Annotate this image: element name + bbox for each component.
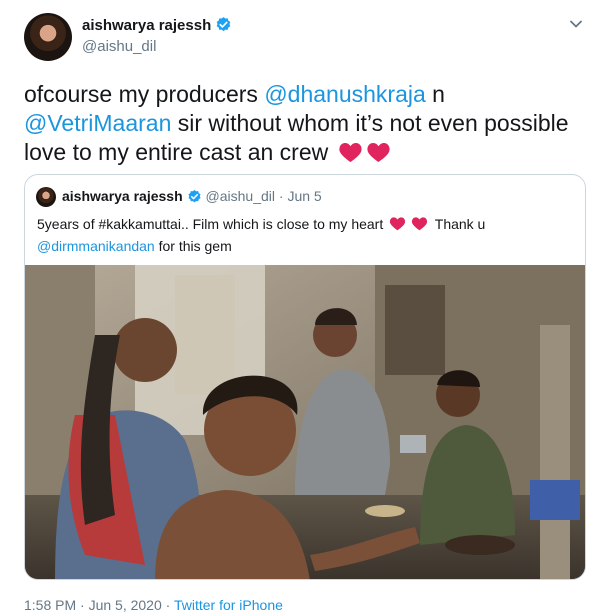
verified-badge-icon bbox=[187, 189, 202, 207]
tweet-text: ofcourse my producers @dhanushkraja n @V… bbox=[24, 80, 584, 170]
quoted-author-handle: @aishu_dil bbox=[205, 188, 276, 204]
quoted-text-part: for this gem bbox=[154, 238, 232, 254]
quoted-tweet[interactable]: aishwarya rajessh @aishu_dil · Jun 5 5ye… bbox=[24, 174, 586, 580]
heart-icon bbox=[366, 141, 391, 170]
quoted-author-name: aishwarya rajessh bbox=[62, 188, 183, 204]
tweet-text-part: ofcourse my producers bbox=[24, 81, 265, 107]
author-handle[interactable]: @aishu_dil bbox=[82, 38, 156, 55]
quoted-author-avatar bbox=[36, 187, 56, 207]
mention-link-vetrimaaran[interactable]: @VetriMaaran bbox=[24, 110, 171, 136]
quoted-tweet-date: Jun 5 bbox=[287, 188, 322, 204]
quoted-tweet-text: 5years of #kakkamuttai.. Film which is c… bbox=[37, 214, 577, 256]
tweet-footer: 1:58 PM · Jun 5, 2020 · Twitter for iPho… bbox=[24, 597, 283, 613]
tweet-timestamp[interactable]: 1:58 PM · Jun 5, 2020 · bbox=[24, 597, 174, 613]
mention-link-dhanushkraja[interactable]: @dhanushkraja bbox=[264, 81, 425, 107]
quoted-text-part: Thank u bbox=[431, 216, 486, 232]
verified-badge-icon bbox=[215, 16, 232, 37]
author-name-row[interactable]: aishwarya rajessh bbox=[82, 16, 232, 37]
quoted-text-part: 5years of #kakkamuttai.. Film which is c… bbox=[37, 216, 384, 232]
quoted-tweet-photo[interactable] bbox=[25, 265, 585, 580]
tweet-source-link[interactable]: Twitter for iPhone bbox=[174, 597, 283, 613]
quoted-tweet-header: aishwarya rajessh @aishu_dil · Jun 5 bbox=[62, 188, 322, 207]
author-avatar[interactable] bbox=[24, 13, 72, 61]
heart-icon bbox=[389, 216, 406, 236]
author-name[interactable]: aishwarya rajessh bbox=[82, 17, 211, 34]
tweet-card: aishwarya rajessh @aishu_dil ofcourse my… bbox=[0, 0, 600, 616]
quoted-separator: · bbox=[275, 188, 288, 204]
heart-icon bbox=[338, 141, 363, 170]
chevron-down-icon[interactable] bbox=[566, 14, 586, 34]
tweet-text-part: n bbox=[425, 81, 445, 107]
mention-link-dirmmanikandan[interactable]: @dirmmanikandan bbox=[37, 238, 155, 254]
heart-icon bbox=[411, 216, 428, 236]
